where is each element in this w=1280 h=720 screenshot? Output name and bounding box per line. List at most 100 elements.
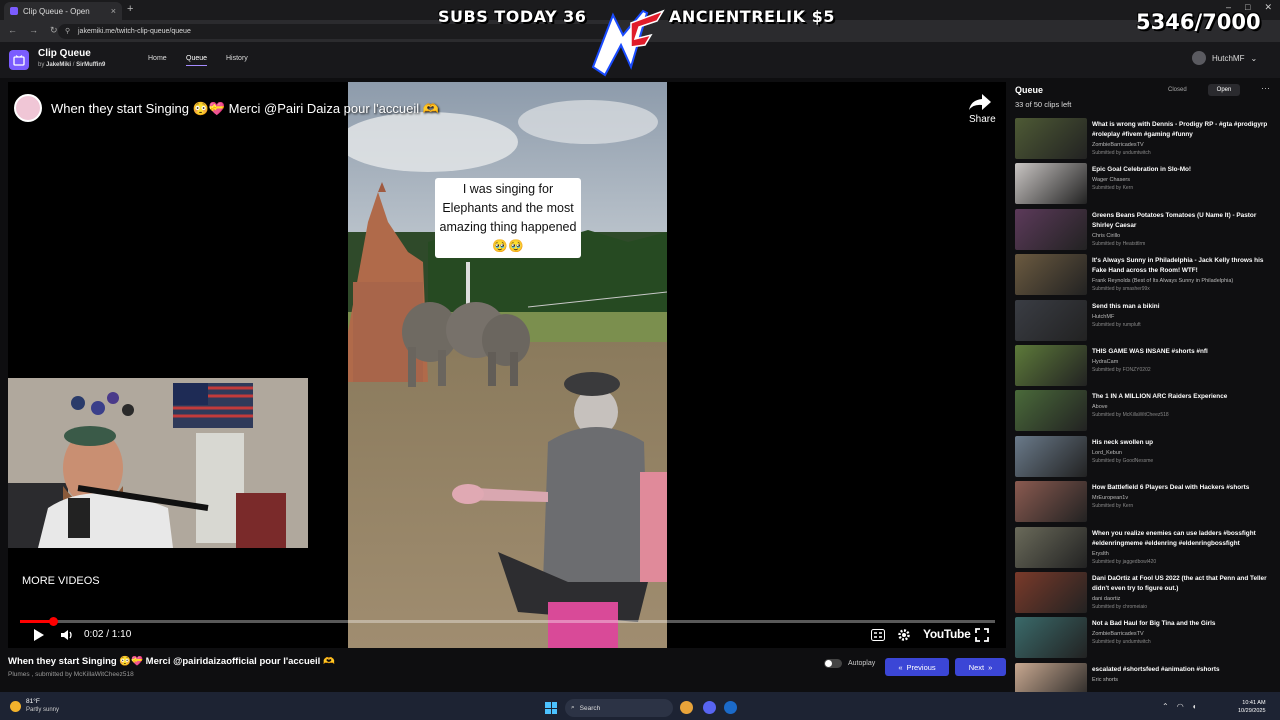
- queue-item-submitter: Submitted by undumtwitch: [1092, 639, 1151, 646]
- taskbar-clock[interactable]: 10:41 AM 10/29/2025: [1238, 699, 1266, 715]
- clip-thumbnail[interactable]: [1015, 481, 1087, 523]
- clip-title: When they start Singing 😳💝 Merci @pairid…: [8, 656, 335, 667]
- browser-tab[interactable]: Clip Queue - Open ×: [4, 2, 122, 20]
- queue-item-title: The 1 IN A MILLION ARC Raiders Experienc…: [1092, 393, 1228, 401]
- clip-thumbnail[interactable]: [1015, 390, 1087, 432]
- queue-item[interactable]: Epic Goal Celebration in Slo-Mo! Wager Ch…: [1015, 163, 1273, 208]
- window-close-icon[interactable]: ✕: [1264, 2, 1272, 13]
- queue-item[interactable]: When you realize enemies can use ladders…: [1015, 526, 1273, 572]
- reload-icon[interactable]: ↻: [50, 25, 58, 36]
- queue-open-toggle[interactable]: Open: [1208, 84, 1240, 96]
- back-icon[interactable]: ←: [8, 25, 17, 36]
- queue-item-title: It's Always Sunny in Philadelphia - Jack…: [1092, 257, 1264, 275]
- windows-start-icon[interactable]: [545, 702, 557, 714]
- goal-counter-overlay: 5346/7000: [1136, 10, 1261, 34]
- chevron-up-icon[interactable]: ⌃: [1162, 702, 1169, 711]
- taskbar-search[interactable]: ⌕ Search: [565, 699, 673, 717]
- subs-today-overlay: SUBS TODAY 36: [438, 7, 587, 26]
- progress-handle[interactable]: [48, 617, 58, 626]
- share-label[interactable]: Share: [969, 114, 996, 125]
- queue-item[interactable]: THIS GAME WAS INSANE #shorts #nfl HydraCa…: [1015, 344, 1273, 390]
- queue-item-channel: Above: [1092, 404, 1108, 411]
- search-icon: ⌕: [571, 704, 575, 711]
- clip-thumbnail[interactable]: [1015, 254, 1087, 296]
- queue-item[interactable]: Greens Beans Potatoes Tomatoes (U Name I…: [1015, 208, 1273, 254]
- queue-item[interactable]: How Battlefield 6 Players Deal with Hack…: [1015, 481, 1273, 526]
- avatar: [1192, 51, 1206, 65]
- streamer-logo: [591, 9, 665, 77]
- autoplay-toggle[interactable]: Autoplay: [824, 659, 875, 668]
- nav-history[interactable]: History: [226, 55, 248, 62]
- toggle-switch[interactable]: [824, 659, 842, 668]
- chevron-down-icon: ⌄: [1250, 53, 1258, 63]
- queue-item-title: Not a Bad Haul for Big Tina and the Girl…: [1092, 620, 1216, 628]
- steam-icon[interactable]: [724, 701, 737, 714]
- user-menu[interactable]: HutchMF ⌄: [1192, 51, 1257, 65]
- queue-item-title: Dani DaOrtiz at Fool US 2022 (the act th…: [1092, 574, 1267, 592]
- queue-item-channel: Frank Reynolds (Best of Its Always Sunny…: [1092, 278, 1234, 285]
- queue-item[interactable]: The 1 IN A MILLION ARC Raiders Experienc…: [1015, 390, 1273, 435]
- previous-button[interactable]: « Previous: [885, 658, 949, 676]
- author-link[interactable]: SirMuffin9: [76, 62, 105, 68]
- clip-thumbnail[interactable]: [1015, 163, 1087, 205]
- tab-close-icon[interactable]: ×: [111, 6, 116, 16]
- weather-condition: Partly sunny: [26, 707, 60, 713]
- speaker-icon[interactable]: ◖: [1192, 702, 1197, 711]
- fullscreen-icon[interactable]: [975, 628, 989, 642]
- gear-icon[interactable]: [897, 628, 911, 642]
- queue-item-channel: HutchMF: [1092, 313, 1115, 320]
- queue-item-title: When you realize enemies can use ladders…: [1092, 529, 1256, 547]
- queue-item[interactable]: His neck swollen up Lord_Kebun Submitted b…: [1015, 435, 1273, 481]
- queue-item[interactable]: What is wrong with Dennis - Prodigy RP -…: [1015, 118, 1273, 163]
- queue-item[interactable]: Send this man a bikini HutchMF Submitted b…: [1015, 299, 1273, 345]
- new-tab-button[interactable]: +: [127, 3, 133, 15]
- queue-item-channel: Chris Cirillo: [1092, 232, 1121, 239]
- double-chevron-right-icon: »: [988, 662, 993, 672]
- weather-widget[interactable]: 81°F Partly sunny: [10, 698, 59, 714]
- forward-icon[interactable]: →: [29, 25, 38, 36]
- app-logo-icon[interactable]: [9, 50, 29, 70]
- webcam-overlay: [8, 378, 308, 548]
- clip-thumbnail[interactable]: [1015, 299, 1087, 341]
- queue-item-channel: dani daortiz: [1092, 595, 1121, 602]
- queue-closed-toggle[interactable]: Closed: [1168, 87, 1187, 93]
- author-link[interactable]: JakeMiki: [46, 62, 71, 68]
- volume-icon[interactable]: [60, 628, 74, 642]
- next-button[interactable]: Next »: [955, 658, 1006, 676]
- site-info-icon[interactable]: ⚲: [65, 27, 70, 35]
- channel-avatar[interactable]: [14, 94, 42, 122]
- clip-thumbnail[interactable]: [1015, 435, 1087, 477]
- queue-item-title: Greens Beans Potatoes Tomatoes (U Name I…: [1092, 211, 1257, 229]
- more-options-icon[interactable]: ⋯: [1261, 83, 1270, 94]
- youtube-logo[interactable]: YouTube: [923, 627, 971, 641]
- browser-nav-buttons: ← → ↻: [8, 25, 58, 36]
- nav-home[interactable]: Home: [148, 55, 167, 62]
- clip-thumbnail[interactable]: [1015, 344, 1087, 386]
- queue-item-submitter: Submitted by jaggedbowl420: [1092, 558, 1157, 565]
- clip-thumbnail[interactable]: [1015, 118, 1087, 159]
- share-icon[interactable]: [968, 92, 992, 112]
- youtube-video-title[interactable]: When they start Singing 😳💝 Merci @Pairi …: [51, 101, 439, 117]
- nav-queue[interactable]: Queue: [186, 55, 208, 66]
- address-bar[interactable]: ⚲ jakemiki.me/twitch-clip-queue/queue: [58, 24, 618, 39]
- next-label: Next: [968, 662, 985, 672]
- clip-thumbnail[interactable]: [1015, 526, 1087, 568]
- video-player[interactable]: When they start Singing 😳💝 Merci @Pairi …: [8, 82, 1006, 648]
- queue-item-submitter: Submitted by FONZY0202: [1092, 366, 1151, 373]
- captions-icon[interactable]: [871, 629, 885, 641]
- queue-item-submitter: Submitted by GoodNessme: [1092, 457, 1154, 464]
- chrome-icon[interactable]: [680, 701, 693, 714]
- wifi-icon[interactable]: ◠: [1177, 702, 1184, 711]
- queue-item[interactable]: Not a Bad Haul for Big Tina and the Girl…: [1015, 617, 1273, 662]
- clip-thumbnail[interactable]: [1015, 571, 1087, 613]
- clip-thumbnail[interactable]: [1015, 617, 1087, 659]
- progress-bar[interactable]: [20, 620, 995, 623]
- queue-item-title: What is wrong with Dennis - Prodigy RP -…: [1092, 121, 1268, 138]
- play-icon[interactable]: [31, 628, 45, 642]
- queue-item[interactable]: It's Always Sunny in Philadelphia - Jack…: [1015, 254, 1273, 299]
- discord-icon[interactable]: [703, 701, 716, 714]
- queue-item-channel: ZombieBarricadesTV: [1092, 631, 1144, 638]
- queue-item[interactable]: Dani DaOrtiz at Fool US 2022 (the act th…: [1015, 571, 1273, 617]
- more-videos-label[interactable]: MORE VIDEOS: [22, 575, 100, 587]
- clip-thumbnail[interactable]: [1015, 208, 1087, 250]
